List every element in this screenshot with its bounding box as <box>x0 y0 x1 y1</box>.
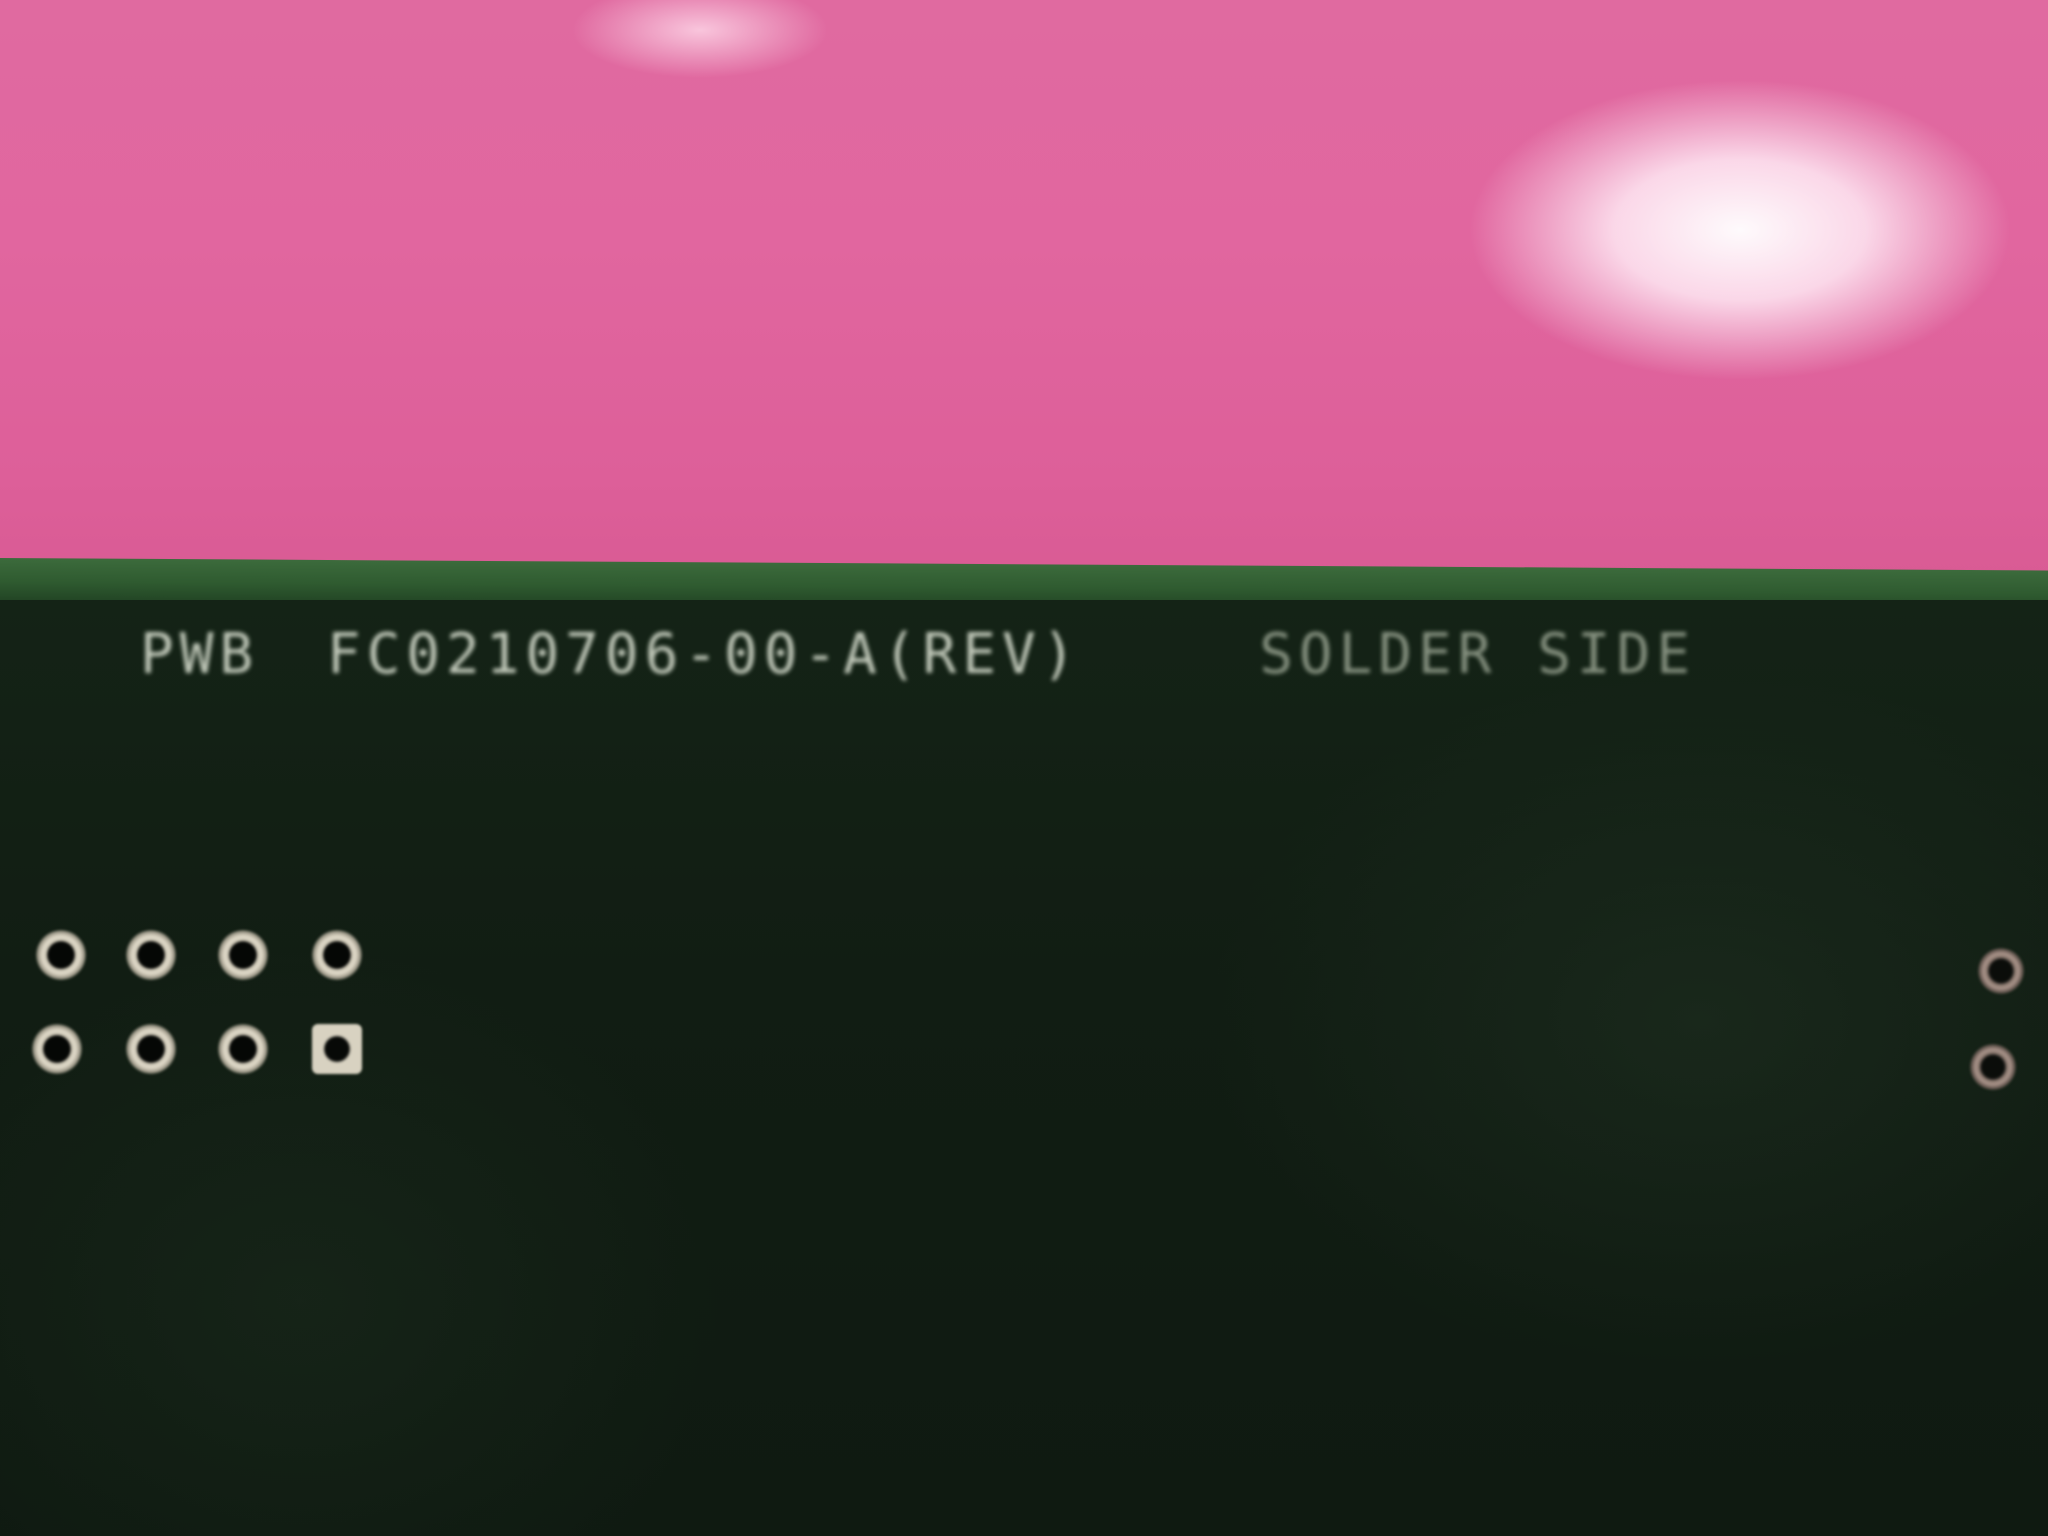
silkscreen-part-number: FC0210706-00-A(REV) <box>326 622 1082 687</box>
pink-background <box>0 0 2048 600</box>
solder-pad <box>36 930 86 980</box>
solder-pad <box>126 1024 176 1074</box>
solder-pad <box>32 1024 82 1074</box>
solder-pad <box>218 1024 268 1074</box>
square-pin1-pad <box>312 1024 362 1074</box>
silkscreen-label: PWB FC0210706-00-A(REV) SOLDER SIDE <box>140 622 1696 687</box>
silkscreen-prefix: PWB <box>140 622 260 687</box>
solder-pad <box>126 930 176 980</box>
pcb-board <box>0 600 2048 1536</box>
solder-pad-right <box>1970 1044 2016 1090</box>
solder-pad <box>218 930 268 980</box>
solder-pad <box>312 930 362 980</box>
silkscreen-side-label: SOLDER SIDE <box>1259 622 1697 687</box>
solder-pad-right <box>1978 948 2024 994</box>
photo-scene: PWB FC0210706-00-A(REV) SOLDER SIDE <box>0 0 2048 1536</box>
